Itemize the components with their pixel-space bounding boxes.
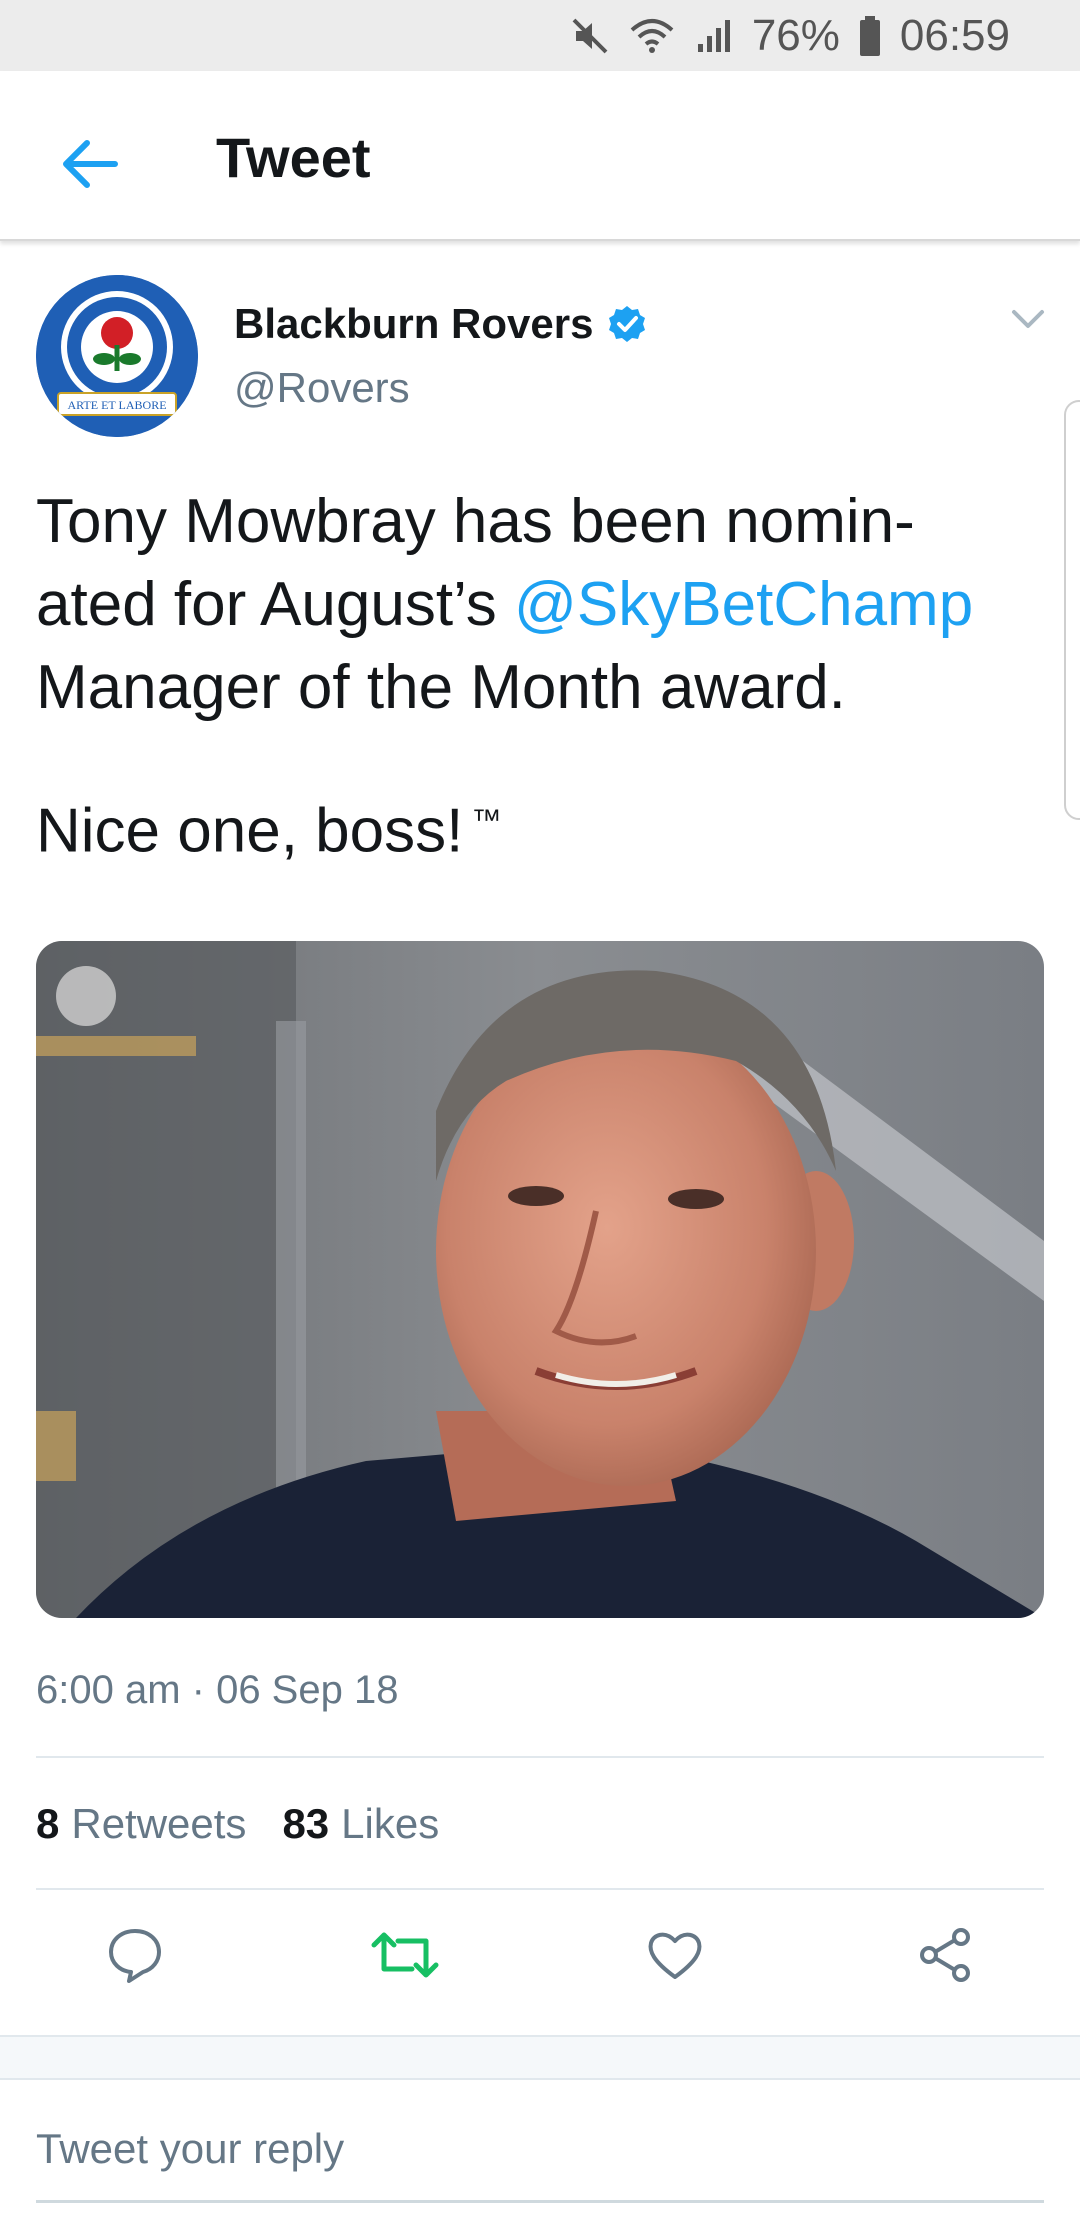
tweet-line: Nice one, boss! ™ (36, 779, 1046, 873)
share-button[interactable] (910, 1920, 980, 1990)
manager-portrait-image (36, 941, 1044, 1618)
retweets-count: 8 (36, 1800, 60, 1847)
reply-button[interactable] (100, 1920, 170, 1990)
crest-motto: ARTE ET LABORE (67, 398, 166, 412)
page-title: Tweet (216, 126, 371, 189)
club-crest-icon: ARTE ET LABORE (36, 275, 198, 437)
tweet-timestamp[interactable]: 6:00 am · 06 Sep 18 (36, 1668, 398, 1713)
user-handle[interactable]: @Rovers (234, 364, 410, 412)
wifi-icon (628, 16, 676, 56)
trademark-symbol: ™ (471, 804, 502, 837)
tweet-text-segment: Nice one, boss! (36, 796, 464, 866)
tweet-stats: 8 Retweets 83 Likes (36, 1800, 439, 1848)
likes-stat[interactable]: 83 Likes (282, 1800, 439, 1848)
arrow-left-icon (63, 140, 118, 188)
display-name[interactable]: Blackburn Rovers (234, 300, 593, 348)
retweets-stat[interactable]: 8 Retweets (36, 1800, 246, 1848)
section-divider (0, 2035, 1080, 2080)
reply-input[interactable]: Tweet your reply (36, 2125, 344, 2173)
reply-input-underline (36, 2200, 1044, 2203)
chevron-down-icon[interactable] (1010, 304, 1046, 332)
status-bar: 76% 06:59 (0, 0, 1080, 71)
verified-badge-icon (609, 306, 646, 342)
mute-icon (570, 16, 610, 56)
tweet-text: Tony Mowbray has been nomin- ated for Au… (36, 480, 1046, 873)
mention-link[interactable]: @SkyBetChamp (514, 570, 973, 639)
likes-label: Likes (341, 1800, 440, 1847)
avatar[interactable]: ARTE ET LABORE (36, 275, 198, 437)
retweet-button[interactable] (370, 1920, 440, 1990)
retweet-icon (371, 1932, 439, 1978)
battery-icon (858, 15, 882, 57)
signal-icon (694, 16, 734, 56)
like-button[interactable] (640, 1920, 710, 1990)
likes-count: 83 (282, 1800, 330, 1847)
tweet-line: ated for August’s @SkyBetChamp (36, 563, 1046, 646)
author-name-row[interactable]: Blackburn Rovers (234, 300, 647, 348)
app-bar: Tweet (0, 71, 1080, 241)
tweet-line: Tony Mowbray has been nomin- (36, 487, 915, 556)
divider (36, 1756, 1044, 1758)
share-icon (920, 1928, 970, 1982)
scroll-indicator (1064, 400, 1080, 820)
tweet-line: Manager of the Month award. (36, 653, 846, 722)
back-button[interactable] (55, 129, 125, 199)
tweet-actions (0, 1920, 1080, 2000)
divider (36, 1888, 1044, 1890)
reply-icon (109, 1929, 161, 1983)
status-time: 06:59 (899, 10, 1010, 60)
tweet-photo[interactable] (36, 941, 1044, 1618)
tweet-text-segment: ated for August’s (36, 570, 514, 639)
retweets-label: Retweets (71, 1800, 247, 1847)
battery-percent: 76% (751, 10, 840, 60)
heart-icon (648, 1932, 702, 1979)
